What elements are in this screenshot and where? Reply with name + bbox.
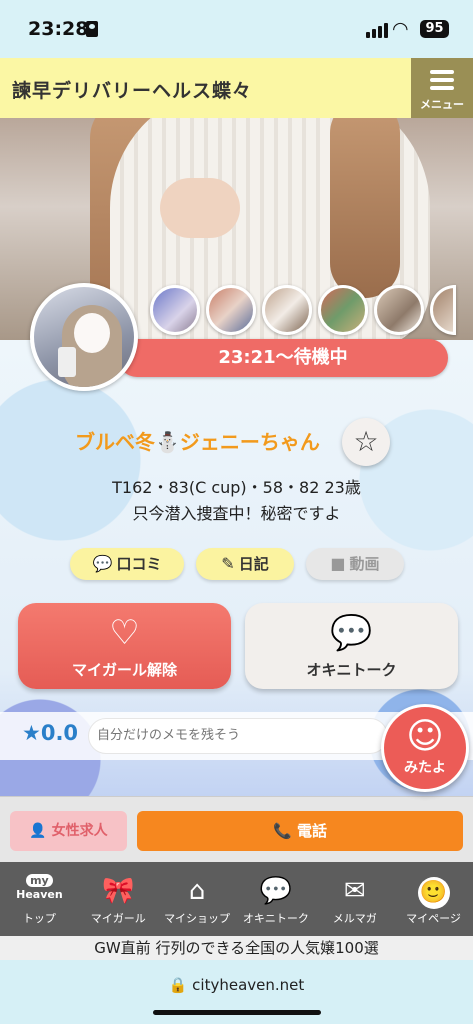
girl-name: ブルベ冬⛄ジェニーちゃん	[75, 430, 320, 454]
battery-indicator: 95	[420, 20, 449, 38]
reviews-chip[interactable]: 💬 口コミ	[70, 548, 184, 580]
diary-chip[interactable]: ✎ 日記	[196, 548, 294, 580]
nav-label: メルマガ	[332, 912, 377, 925]
photo-thumbnail[interactable]	[150, 285, 200, 335]
chat-bubbles-icon: 💬	[330, 613, 373, 653]
profile-stats: T162・83(C cup)・58・82 23歳	[112, 478, 361, 497]
pencil-icon: ✎	[221, 554, 235, 573]
profile-avatar[interactable]	[30, 283, 138, 391]
phone-icon: 📞	[273, 822, 292, 840]
chat-icon: 💬	[259, 876, 293, 906]
browser-bar: 🔒 cityheaven.net	[0, 960, 473, 1024]
avatar-icon: 🙂	[394, 874, 473, 909]
phone-button[interactable]: 📞 電話	[137, 811, 463, 851]
catchphrase: 只今潜入捜査中！秘密ですよ	[132, 504, 341, 523]
favorite-star-button[interactable]: ☆	[342, 418, 390, 466]
bottom-nav: my Heaven トップ 🎀 マイガール ⌂ マイショップ 💬 オキニトーク ✉…	[0, 862, 473, 936]
shop-icon: ⌂	[188, 876, 206, 906]
nav-item-top[interactable]: my Heaven トップ	[0, 862, 79, 936]
photo-thumbnail[interactable]	[374, 285, 424, 335]
promo-banner[interactable]: GW直前 行列のできる全国の人気嬢100選	[0, 936, 473, 960]
job-button[interactable]: 👤 女性求人	[10, 811, 127, 851]
action-bar: 👤 女性求人 📞 電話	[0, 796, 473, 862]
smile-icon: ☺	[406, 716, 444, 757]
signal-icon	[366, 22, 388, 38]
reviews-label: 口コミ	[116, 555, 162, 573]
heart-icon: ♡	[109, 613, 140, 653]
nav-item-mypage[interactable]: 🙂 マイページ	[394, 862, 473, 936]
shop-name[interactable]: 諫早デリバリーヘルス蝶々	[12, 76, 252, 103]
speech-bubble-icon: 💬	[92, 554, 113, 573]
ribbon-icon: 🎀	[102, 876, 135, 906]
nav-label: オキニトーク	[242, 912, 309, 925]
person-icon: 👤	[29, 823, 47, 839]
okini-talk-button[interactable]: 💬 オキニトーク	[245, 603, 458, 689]
mygirl-remove-button[interactable]: ♡ マイガール解除	[18, 603, 231, 689]
nav-label: トップ	[22, 912, 56, 925]
mitayo-label: みたよ	[404, 760, 446, 776]
star-icon: ★	[22, 721, 41, 745]
menu-label: メニュー	[420, 98, 464, 111]
mail-icon: ✉	[343, 876, 366, 906]
nav-item-mailmag[interactable]: ✉ メルマガ	[315, 862, 394, 936]
photo-thumbnail[interactable]	[430, 285, 456, 335]
photo-thumbnails	[150, 285, 456, 337]
photo-thumbnail[interactable]	[262, 285, 312, 335]
clock: 23:28	[28, 18, 89, 40]
mygirl-remove-label: マイガール解除	[71, 661, 177, 679]
star-icon: ☆	[353, 425, 379, 458]
status-bar: 23:28 ◠ 95	[0, 0, 473, 58]
photo-thumbnail[interactable]	[206, 285, 256, 335]
url-bar[interactable]: 🔒 cityheaven.net	[0, 976, 473, 994]
nav-item-mygirl[interactable]: 🎀 マイガール	[79, 862, 158, 936]
video-chip[interactable]: ■ 動画	[306, 548, 404, 580]
diary-label: 日記	[238, 555, 269, 573]
wifi-icon: ◠	[392, 18, 409, 40]
nav-label: マイショップ	[164, 912, 231, 925]
my-heaven-icon: my Heaven	[16, 874, 63, 901]
nav-label: マイガール	[90, 912, 146, 925]
nav-item-myshop[interactable]: ⌂ マイショップ	[158, 862, 237, 936]
hamburger-icon	[430, 70, 454, 94]
memo-input[interactable]	[88, 718, 388, 754]
nav-item-okini-talk[interactable]: 💬 オキニトーク	[236, 862, 315, 936]
video-label: 動画	[349, 555, 380, 573]
lock-icon: 🔒	[168, 976, 188, 994]
name-row: ブルベ冬⛄ジェニーちゃん	[0, 420, 473, 460]
photo-thumbnail[interactable]	[318, 285, 368, 335]
okini-talk-label: オキニトーク	[306, 661, 397, 679]
site-header: 諫早デリバリーヘルス蝶々 メニュー	[0, 58, 473, 118]
menu-button[interactable]: メニュー	[411, 58, 473, 118]
nav-label: マイページ	[406, 912, 461, 925]
rating-score: ★0.0	[22, 721, 79, 745]
mitayo-button[interactable]: ☺ みたよ	[381, 704, 469, 792]
availability-status: 23:21～待機中	[118, 339, 448, 377]
video-camera-icon: ■	[330, 554, 346, 573]
home-indicator[interactable]	[153, 1010, 321, 1015]
id-card-icon	[86, 21, 98, 37]
